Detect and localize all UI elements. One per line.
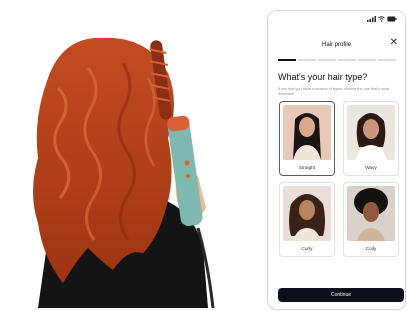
signal-icon (367, 16, 376, 22)
wavy-hair-photo (347, 105, 395, 160)
header: Hair profile ✕ (268, 33, 405, 53)
progress-step (318, 59, 336, 61)
status-bar (367, 16, 397, 22)
question-subtitle: If you feel you have a mixture of types,… (278, 87, 390, 97)
option-label: Straight (298, 166, 316, 171)
progress-step (278, 59, 296, 61)
coily-hair-photo (347, 186, 395, 241)
phone-screen: Hair profile ✕ What's your hair type? If… (267, 10, 406, 310)
page-title: Hair profile (321, 42, 351, 48)
progress-step (298, 59, 316, 61)
progress-bar (278, 59, 396, 61)
option-card-straight[interactable]: Straight (279, 101, 335, 176)
option-card-curly[interactable]: Curly (279, 182, 335, 257)
option-label: Coily (365, 247, 377, 252)
battery-icon (387, 16, 397, 22)
product-photo (8, 8, 234, 308)
option-label: Wavy (365, 166, 377, 171)
option-label: Curly (301, 247, 313, 252)
progress-step (338, 59, 356, 61)
option-card-coily[interactable]: Coily (343, 182, 399, 257)
option-card-wavy[interactable]: Wavy (343, 101, 399, 176)
curly-hair-photo (283, 186, 331, 241)
straight-hair-photo (283, 105, 331, 160)
progress-step (358, 59, 376, 61)
progress-step (378, 59, 396, 61)
wifi-icon (378, 16, 385, 22)
question-heading: What's your hair type? (278, 72, 368, 82)
close-icon[interactable]: ✕ (390, 36, 398, 50)
continue-button[interactable]: Continue (278, 288, 404, 302)
